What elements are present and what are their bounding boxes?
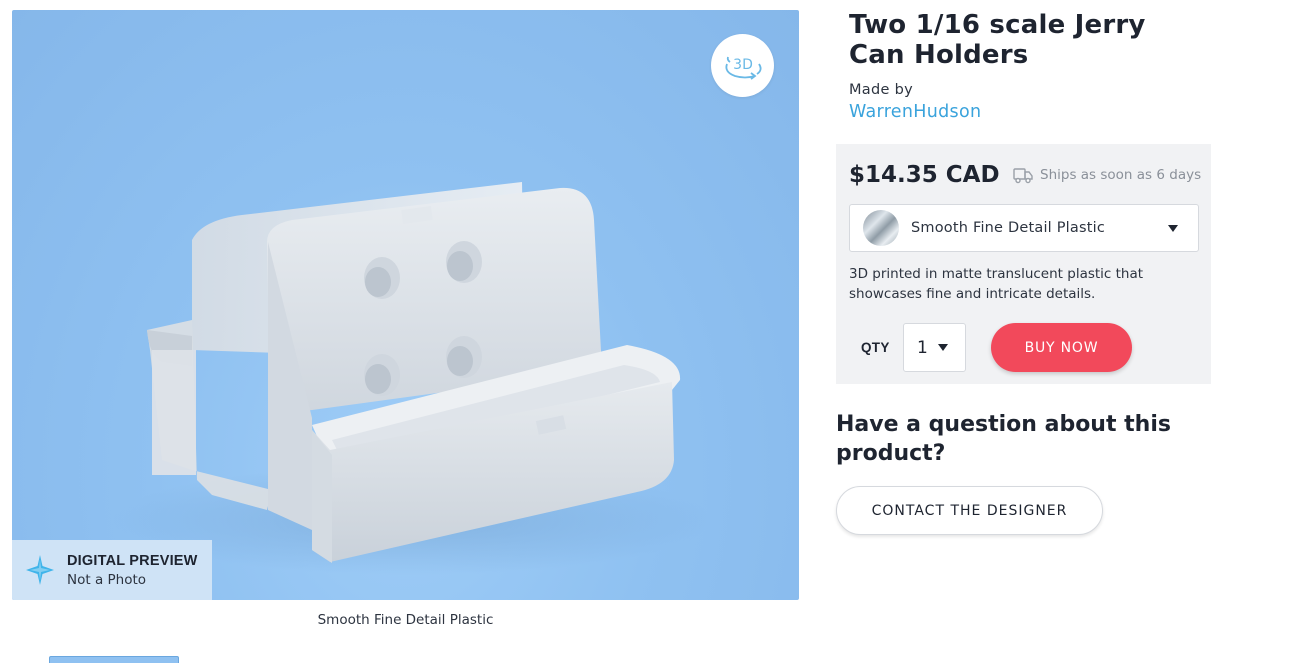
chevron-down-icon: [937, 344, 948, 351]
badge-subtitle: Not a Photo: [67, 571, 147, 588]
buy-now-button[interactable]: BUY NOW: [991, 323, 1132, 372]
contact-designer-button[interactable]: CONTACT THE DESIGNER: [836, 486, 1103, 535]
sparkle-icon: [26, 555, 54, 585]
badge-title: DIGITAL PREVIEW: [67, 552, 198, 569]
preview-caption: Smooth Fine Detail Plastic: [317, 612, 494, 628]
qty-label: QTY: [861, 340, 890, 355]
product-preview[interactable]: 3D DIGITAL PREVIEW Not a Photo: [12, 10, 799, 600]
made-by-label: Made by: [849, 82, 914, 98]
truck-icon: [1013, 168, 1033, 184]
view-3d-button[interactable]: 3D: [711, 34, 774, 97]
ships-text: Ships as soon as 6 days: [1040, 167, 1202, 183]
material-swatch: [863, 210, 899, 246]
digital-preview-badge: DIGITAL PREVIEW Not a Photo: [12, 540, 212, 600]
material-dropdown[interactable]: Smooth Fine Detail Plastic: [849, 204, 1199, 252]
material-description: 3D printed in matte translucent plastic …: [849, 266, 1144, 302]
price: $14.35 CAD: [849, 162, 1000, 188]
material-selected: Smooth Fine Detail Plastic: [911, 220, 1106, 236]
chevron-down-icon: [1168, 224, 1178, 232]
thumbnail-selected[interactable]: [49, 656, 179, 663]
quantity-dropdown[interactable]: 1: [903, 323, 966, 372]
view-3d-label: 3D: [733, 57, 753, 73]
rotate-3d-icon: 3D: [724, 56, 761, 80]
shipping-info: Ships as soon as 6 days: [1013, 166, 1201, 184]
qty-value: 1: [917, 337, 928, 358]
product-render: [112, 182, 712, 575]
question-heading: Have a question about this product?: [836, 412, 1171, 466]
designer-link[interactable]: WarrenHudson: [849, 102, 981, 122]
purchase-panel: $14.35 CAD Ships as soon as 6 days Smoot…: [836, 144, 1211, 384]
product-title: Two 1/16 scale Jerry Can Holders: [849, 10, 1146, 70]
